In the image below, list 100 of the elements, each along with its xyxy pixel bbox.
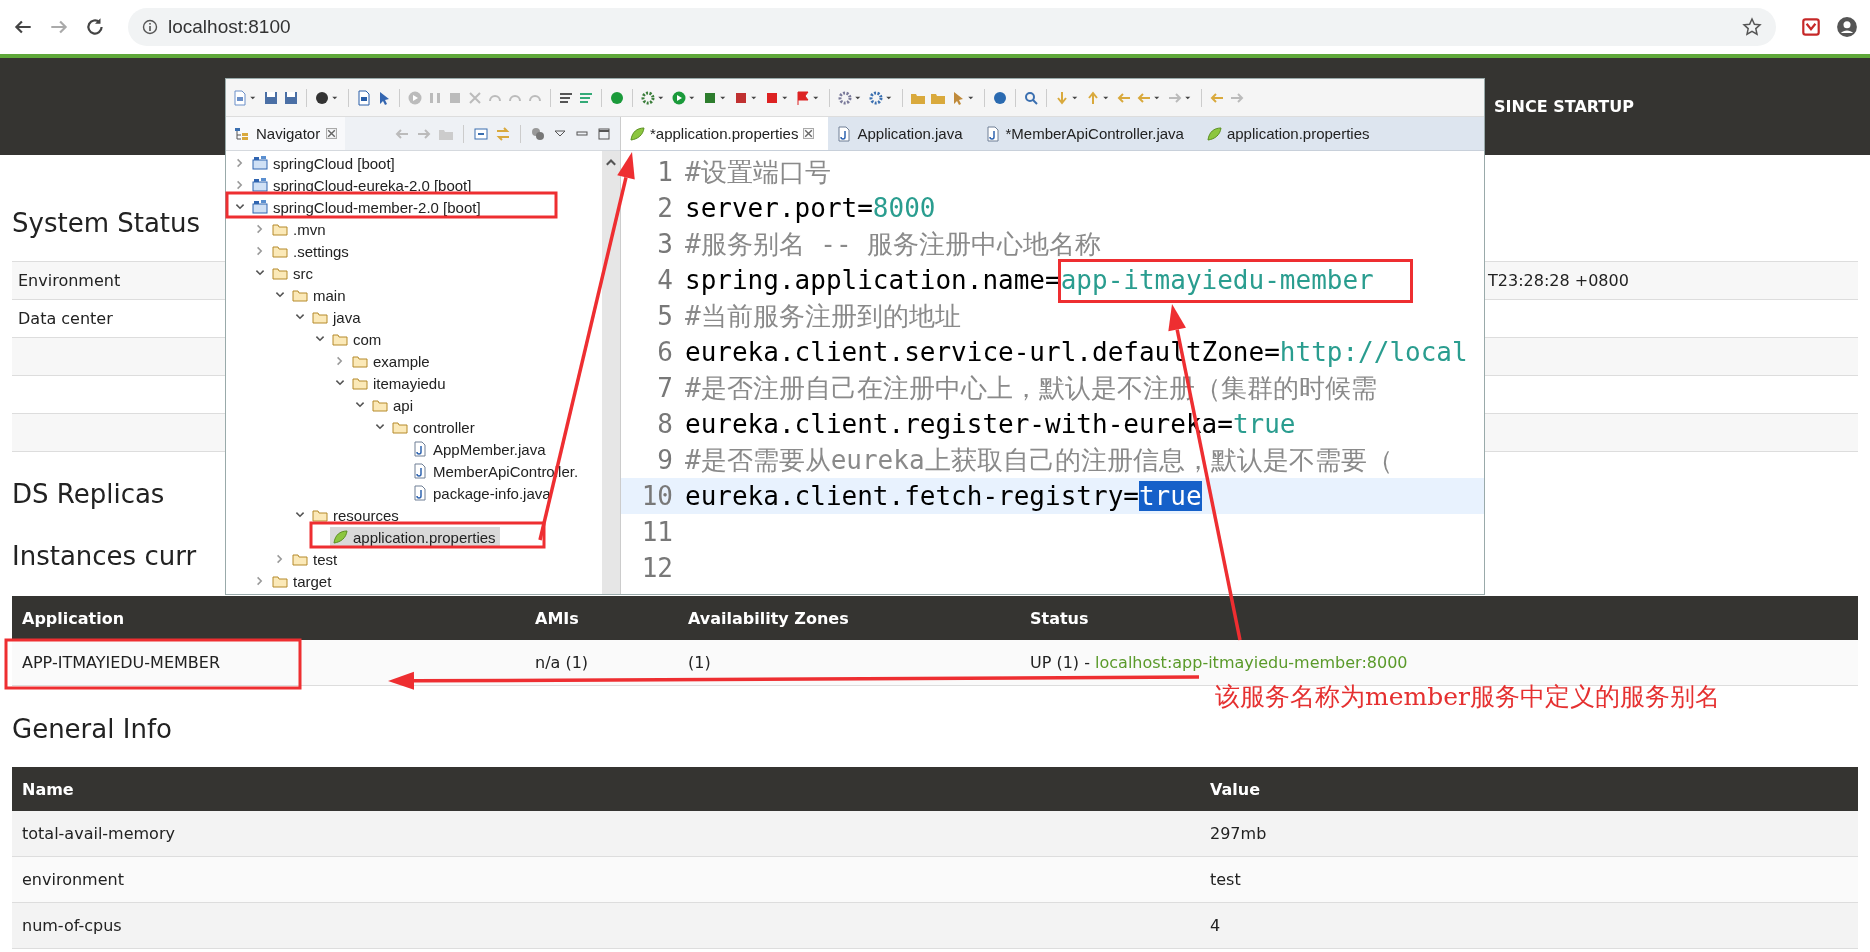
folder-icon	[292, 551, 308, 567]
close-icon[interactable]	[803, 128, 815, 139]
run-icon[interactable]	[671, 89, 687, 106]
file-icon	[984, 125, 1001, 142]
status-text: UP (1) -	[1030, 653, 1090, 672]
line-number: 4	[656, 265, 674, 295]
table-cell-text: environment	[21, 870, 125, 889]
code-comment: #是否需要从eureka上获取自己的注册信息，默认是不需要（	[685, 444, 1393, 475]
maximize-icon[interactable]	[596, 125, 612, 142]
code-comment: #设置端口号	[685, 156, 831, 187]
leaf-icon	[332, 529, 348, 545]
tree-view-icon	[234, 125, 250, 142]
folder-icon	[272, 243, 288, 259]
table-cell-text: APP-ITMAYIEDU-MEMBER	[21, 653, 221, 672]
tree-item[interactable]: com	[353, 330, 382, 348]
save-icon[interactable]	[263, 89, 279, 106]
nav-link[interactable]: SINCE STARTUP	[1494, 97, 1634, 116]
tree-item[interactable]: api	[393, 396, 414, 414]
code-comment: #服务别名 -- 服务注册中心地名称	[685, 228, 1102, 259]
table-cell-text: num-of-cpus	[21, 916, 123, 935]
table-cell-text: n/a (1)	[534, 653, 590, 672]
folder-icon	[272, 573, 288, 589]
property-value: true	[1232, 409, 1296, 439]
star-icon[interactable]	[1742, 17, 1762, 37]
tree-item[interactable]: .mvn	[293, 220, 326, 238]
new-file-icon[interactable]	[232, 89, 248, 106]
tree-item[interactable]: target	[293, 572, 332, 590]
table-cell-text: 297mb	[1209, 824, 1268, 843]
column-header: Status	[1029, 608, 1090, 628]
table-cell-text: 4	[1209, 916, 1222, 935]
line-number: 10	[640, 481, 674, 511]
file-icon	[412, 441, 428, 457]
table-cell-text: total-avail-memory	[21, 824, 176, 843]
close-icon[interactable]	[326, 128, 338, 139]
table-cell-text: Data center	[17, 309, 113, 328]
address-bar[interactable]: localhost:8100	[128, 8, 1776, 46]
collapse-all-icon[interactable]	[473, 125, 489, 142]
column-header: Application	[21, 608, 126, 628]
flag-icon[interactable]	[795, 89, 811, 106]
property-value: 8000	[872, 193, 936, 223]
shield-icon[interactable]	[1800, 16, 1822, 38]
tree-item[interactable]: test	[313, 550, 338, 568]
editor-tab[interactable]: application.properties	[1197, 117, 1384, 150]
column-header: Value	[1209, 779, 1262, 799]
tree-item[interactable]: .settings	[293, 242, 349, 260]
tree-item[interactable]: resources	[333, 506, 399, 524]
line-number: 9	[656, 445, 674, 475]
editor-tab[interactable]: *application.properties	[621, 117, 829, 150]
tree-item[interactable]: itemayiedu	[373, 374, 446, 392]
editor-tab[interactable]: Application.java	[828, 117, 977, 150]
account-icon[interactable]	[1836, 16, 1858, 38]
table-cell-text: Environment	[17, 271, 121, 290]
column-header: Name	[21, 779, 75, 799]
tree-item[interactable]: package-info.java	[433, 484, 551, 502]
file-icon	[412, 485, 428, 501]
tree-item[interactable]: example	[373, 352, 430, 370]
section-heading: System Status	[12, 207, 201, 240]
tree-item[interactable]: controller	[413, 418, 475, 436]
folder-icon	[272, 265, 288, 281]
tree-item[interactable]: AppMember.java	[433, 440, 546, 458]
project-folder-icon	[252, 155, 268, 171]
table-cell-text: (1)	[687, 653, 712, 672]
folder-icon	[392, 419, 408, 435]
property-key: eureka.client.fetch-registry=	[685, 481, 1139, 511]
line-number: 12	[640, 553, 674, 583]
line-number: 2	[656, 193, 674, 223]
reload-icon[interactable]	[84, 16, 106, 38]
line-number: 3	[656, 229, 674, 259]
tree-item[interactable]: springCloud [boot]	[273, 154, 395, 172]
column-header: Availability Zones	[687, 608, 850, 628]
folder-icon	[332, 331, 348, 347]
annotation-text: 该服务名称为member服务中定义的服务别名	[1215, 681, 1720, 713]
tree-item[interactable]: java	[333, 308, 361, 326]
folder-icon	[352, 353, 368, 369]
save-all-icon[interactable]	[283, 89, 299, 106]
folder-icon	[312, 507, 328, 523]
selected-text: true	[1138, 481, 1202, 511]
tree-item[interactable]: src	[293, 264, 313, 282]
folder-icon	[272, 221, 288, 237]
view-tab[interactable]: Navigator	[226, 117, 346, 150]
line-number: 11	[640, 517, 674, 547]
table-cell-text: T23:28:28 +0800	[1488, 271, 1630, 290]
editor-tab[interactable]: *MemberApiController.java	[976, 117, 1198, 150]
file-icon	[412, 463, 428, 479]
search-icon[interactable]	[1023, 89, 1039, 106]
folder-icon	[292, 287, 308, 303]
line-number: 7	[656, 373, 674, 403]
leaf-icon	[1205, 125, 1222, 142]
line-number: 1	[656, 157, 674, 187]
line-number: 5	[656, 301, 674, 331]
tree-item[interactable]: main	[313, 286, 346, 304]
file-icon	[836, 125, 853, 142]
folder-icon	[312, 309, 328, 325]
property-key: server.port=	[685, 193, 873, 223]
property-value: http://local	[1279, 337, 1468, 367]
project-folder-icon	[252, 199, 268, 215]
leaf-icon	[629, 125, 645, 142]
section-heading: General Info	[12, 713, 172, 746]
tree-item[interactable]: springCloud-member-2.0 [boot]	[273, 198, 481, 216]
scrollbar[interactable]	[602, 151, 620, 594]
